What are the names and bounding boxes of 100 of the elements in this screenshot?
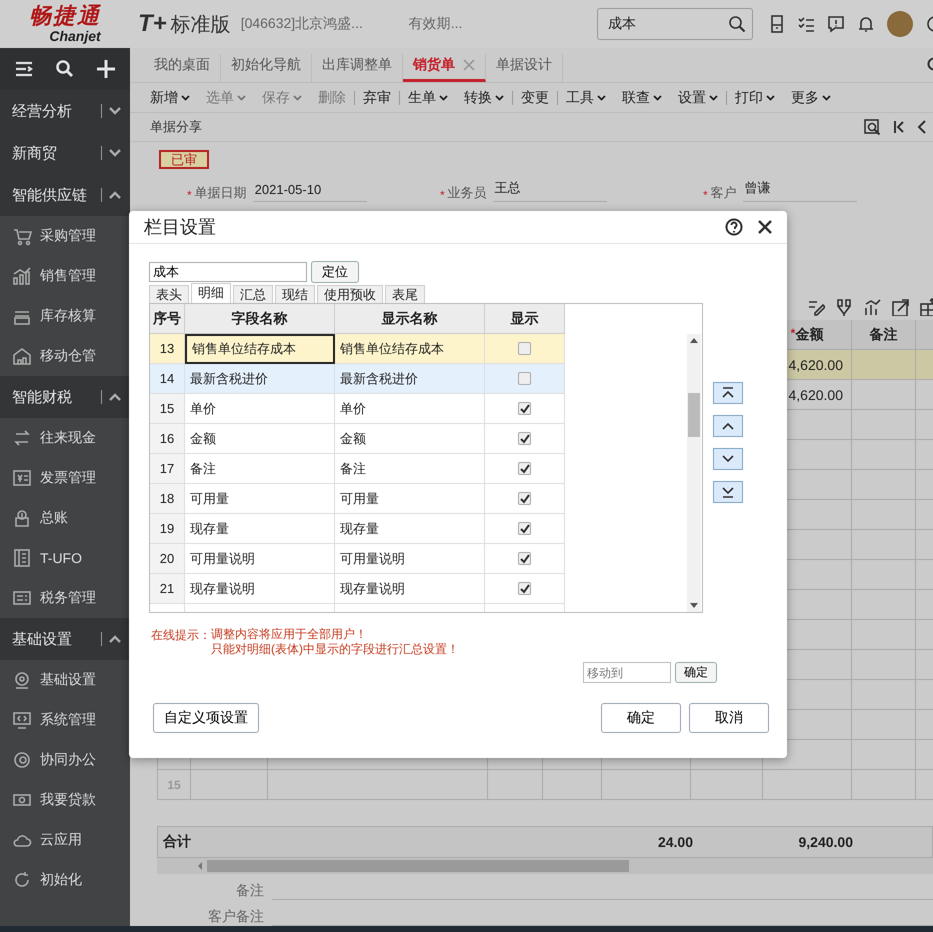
checkbox[interactable]: [518, 432, 531, 445]
sidebar-item[interactable]: 总账: [0, 498, 130, 538]
tab[interactable]: 单据设计: [486, 54, 563, 82]
table-cell[interactable]: 现存量: [335, 514, 485, 544]
bell-icon[interactable]: [857, 15, 875, 33]
confirm-button[interactable]: 确定: [675, 662, 717, 683]
sidebar-item[interactable]: 往来现金: [0, 418, 130, 458]
cancel-button[interactable]: 取消: [689, 703, 769, 733]
table-row[interactable]: 18 可用量 可用量: [150, 484, 565, 514]
sidebar-group[interactable]: 经营分析: [0, 90, 130, 132]
checkbox[interactable]: [518, 522, 531, 535]
sidebar-item[interactable]: 税务管理: [0, 578, 130, 618]
table-cell[interactable]: 单价: [185, 394, 335, 424]
sidebar-item[interactable]: 基础设置: [0, 660, 130, 700]
tab[interactable]: 表头: [149, 285, 189, 303]
previous-icon[interactable]: [917, 119, 927, 135]
toolbar-button[interactable]: 工具: [558, 88, 614, 106]
sidebar-item[interactable]: 销售管理: [0, 256, 130, 296]
table-row[interactable]: 16 金额 金额: [150, 424, 565, 454]
tab[interactable]: 初始化导航: [221, 54, 312, 82]
table-cell[interactable]: 可用量说明: [335, 544, 485, 574]
sidebar-item[interactable]: 云应用: [0, 820, 130, 860]
table-row[interactable]: 21 现存量说明 现存量说明: [150, 574, 565, 604]
checkbox[interactable]: [518, 342, 531, 355]
tab[interactable]: 出库调整单: [312, 54, 403, 82]
tab[interactable]: 使用预收: [317, 285, 383, 303]
toolbar-button[interactable]: 新增: [142, 88, 198, 106]
checklist-icon[interactable]: [797, 15, 815, 33]
scrollbar-thumb[interactable]: [207, 860, 629, 872]
tab[interactable]: 明细: [191, 283, 231, 303]
table-cell[interactable]: 最新含税进价: [185, 364, 335, 394]
sidebar-group[interactable]: 智能财税: [0, 376, 130, 418]
menu-icon[interactable]: [14, 60, 34, 78]
tab[interactable]: 我的桌面: [144, 54, 221, 82]
sidebar-item[interactable]: 协同办公: [0, 740, 130, 780]
move-button[interactable]: [713, 382, 743, 404]
share-link[interactable]: 单据分享: [150, 118, 202, 136]
chat-icon[interactable]: [827, 15, 845, 33]
table-cell[interactable]: 备注: [335, 454, 485, 484]
chart-icon[interactable]: [863, 298, 881, 316]
toolbar-button[interactable]: 生单: [400, 88, 456, 106]
toolbar-button[interactable]: 变更: [513, 88, 557, 106]
toolbar-button[interactable]: 弃审: [355, 88, 399, 106]
sidebar-item[interactable]: 我要贷款: [0, 780, 130, 820]
table-cell[interactable]: 单价: [335, 394, 485, 424]
tab[interactable]: 汇总: [233, 285, 273, 303]
grid-icon[interactable]: [919, 298, 933, 316]
tab[interactable]: 现结: [275, 285, 315, 303]
toolbar-button[interactable]: 设置: [670, 88, 726, 106]
toolbar-button[interactable]: 联查: [614, 88, 670, 106]
table-row[interactable]: 15 单价 单价: [150, 394, 565, 424]
table-cell[interactable]: 可用量: [335, 484, 485, 514]
search-icon[interactable]: [925, 57, 933, 73]
table-cell[interactable]: 最新含税进价: [335, 364, 485, 394]
checkbox[interactable]: [518, 372, 531, 385]
preview-icon[interactable]: [863, 118, 881, 136]
table-cell[interactable]: 现存量说明: [185, 574, 335, 604]
help-icon[interactable]: [925, 15, 933, 33]
close-icon[interactable]: [757, 219, 773, 235]
scrollbar[interactable]: [687, 334, 701, 612]
checkbox[interactable]: [518, 402, 531, 415]
search-field[interactable]: 成本: [149, 262, 307, 282]
sidebar-item[interactable]: 系统管理: [0, 700, 130, 740]
checkbox[interactable]: [518, 492, 531, 505]
ok-button[interactable]: 确定: [601, 703, 681, 733]
field-value[interactable]: 王总: [492, 179, 607, 202]
sidebar-item[interactable]: 初始化: [0, 860, 130, 900]
table-row[interactable]: 13 销售单位结存成本 销售单位结存成本: [150, 334, 565, 364]
move-button[interactable]: [713, 448, 743, 470]
custom-fields-button[interactable]: 自定义项设置: [153, 703, 259, 733]
toolbar-button[interactable]: 打印: [727, 88, 783, 106]
sidebar-item[interactable]: T-UFO: [0, 538, 130, 578]
filter-icon[interactable]: [835, 298, 853, 316]
toolbar-button[interactable]: 更多: [783, 88, 839, 106]
sidebar-item[interactable]: 发票管理: [0, 458, 130, 498]
search-field[interactable]: 成本: [597, 8, 753, 40]
pen-icon[interactable]: [807, 298, 825, 316]
checkbox[interactable]: [518, 552, 531, 565]
sidebar-group[interactable]: 新商贸: [0, 132, 130, 174]
tab[interactable]: 销货单: [403, 54, 486, 82]
table-row[interactable]: 17 备注 备注: [150, 454, 565, 484]
sidebar-group[interactable]: 智能供应链: [0, 174, 130, 216]
table-row[interactable]: 19 现存量 现存量: [150, 514, 565, 544]
tab[interactable]: 表尾: [385, 285, 425, 303]
checkbox[interactable]: [518, 462, 531, 475]
add-icon[interactable]: [96, 59, 116, 79]
table-cell[interactable]: 备注: [185, 454, 335, 484]
sidebar-item[interactable]: 库存核算: [0, 296, 130, 336]
table-cell[interactable]: 可用量: [185, 484, 335, 514]
avatar[interactable]: [887, 11, 913, 37]
help-icon[interactable]: [725, 218, 743, 236]
checkbox[interactable]: [518, 582, 531, 595]
table-cell[interactable]: 金额: [185, 424, 335, 454]
toolbar-button[interactable]: 转换: [456, 88, 512, 106]
locate-button[interactable]: 定位: [311, 261, 359, 283]
table-cell[interactable]: 可用量说明: [185, 544, 335, 574]
scrollbar-thumb[interactable]: [688, 393, 700, 437]
table-cell[interactable]: 销售单位结存成本: [185, 334, 335, 364]
field-value[interactable]: 曾谦: [742, 179, 857, 202]
sidebar-item[interactable]: 采购管理: [0, 216, 130, 256]
